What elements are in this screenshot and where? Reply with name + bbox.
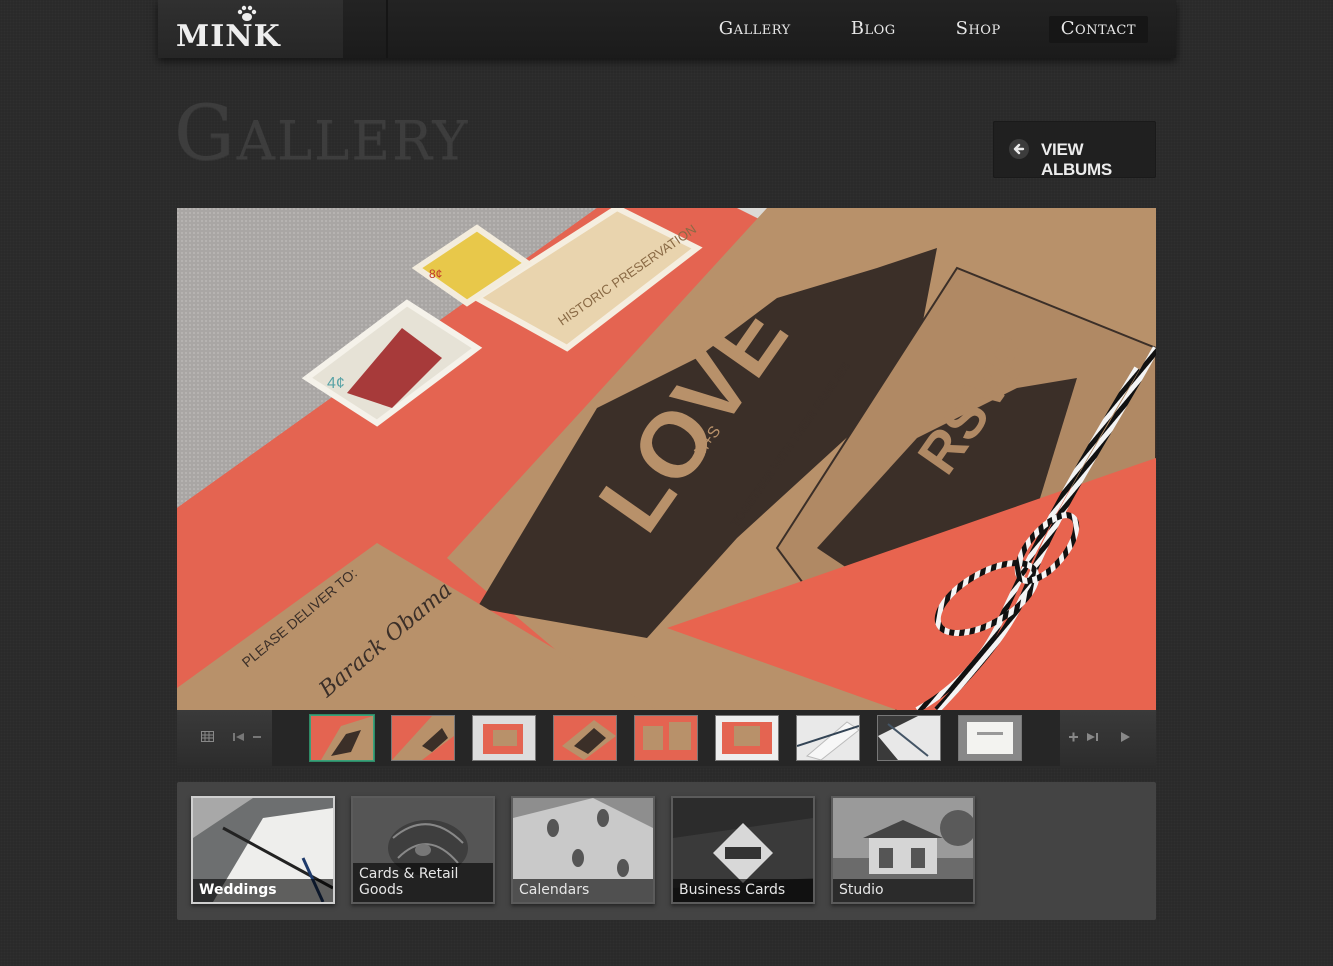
grid-icon[interactable] bbox=[201, 731, 214, 744]
albums-panel: Weddings Cards & Retail Goods Calendars … bbox=[177, 782, 1156, 920]
thumbnail[interactable] bbox=[634, 715, 698, 761]
album-studio[interactable]: Studio bbox=[831, 796, 975, 904]
album-weddings[interactable]: Weddings bbox=[191, 796, 335, 904]
thumbnail[interactable] bbox=[958, 715, 1022, 761]
main-photo[interactable]: HISTORIC PRESERVATION 4¢ 8¢ LOVE M+S TOG… bbox=[177, 208, 1156, 710]
album-calendars[interactable]: Calendars bbox=[511, 796, 655, 904]
svg-text:8¢: 8¢ bbox=[429, 267, 442, 281]
logo[interactable]: MINK bbox=[158, 0, 343, 58]
nav-contact[interactable]: Contact bbox=[1048, 16, 1148, 43]
album-business-cards[interactable]: Business Cards bbox=[671, 796, 815, 904]
album-caption: Calendars bbox=[513, 879, 653, 902]
nav-blog[interactable]: Blog bbox=[839, 16, 908, 43]
first-icon[interactable] bbox=[233, 732, 245, 744]
nav-gallery[interactable]: Gallery bbox=[707, 16, 803, 43]
page-title: Gallery bbox=[174, 88, 470, 177]
header-divider bbox=[386, 0, 388, 58]
main-nav: Gallery Blog Shop Contact bbox=[681, 16, 1148, 43]
thumbnail[interactable] bbox=[472, 715, 536, 761]
album-caption: Business Cards bbox=[673, 879, 813, 902]
album-caption: Weddings bbox=[193, 879, 333, 902]
top-nav-bar: MINK Gallery Blog Shop Contact bbox=[158, 0, 1176, 58]
logo-text: MINK bbox=[176, 19, 281, 54]
last-icon[interactable] bbox=[1086, 732, 1098, 744]
plus-icon[interactable] bbox=[1069, 732, 1078, 744]
album-cards-retail[interactable]: Cards & Retail Goods bbox=[351, 796, 495, 904]
minus-icon[interactable] bbox=[253, 732, 261, 744]
album-caption: Cards & Retail Goods bbox=[353, 863, 493, 902]
thumbnail[interactable] bbox=[310, 715, 374, 761]
svg-text:4¢: 4¢ bbox=[327, 375, 345, 392]
view-albums-label: VIEW ALBUMS bbox=[1041, 140, 1112, 179]
thumbnail[interactable] bbox=[796, 715, 860, 761]
filmstrip bbox=[177, 710, 1156, 768]
play-icon[interactable] bbox=[1120, 732, 1130, 744]
view-albums-button[interactable]: VIEW ALBUMS bbox=[993, 121, 1156, 179]
thumbnail[interactable] bbox=[877, 715, 941, 761]
thumbnail[interactable] bbox=[391, 715, 455, 761]
album-caption: Studio bbox=[833, 879, 973, 902]
arrow-left-icon bbox=[1009, 139, 1029, 159]
thumbnail[interactable] bbox=[715, 715, 779, 761]
thumbnail[interactable] bbox=[553, 715, 617, 761]
nav-shop[interactable]: Shop bbox=[944, 16, 1013, 43]
thumbnail-strip bbox=[272, 710, 1060, 766]
